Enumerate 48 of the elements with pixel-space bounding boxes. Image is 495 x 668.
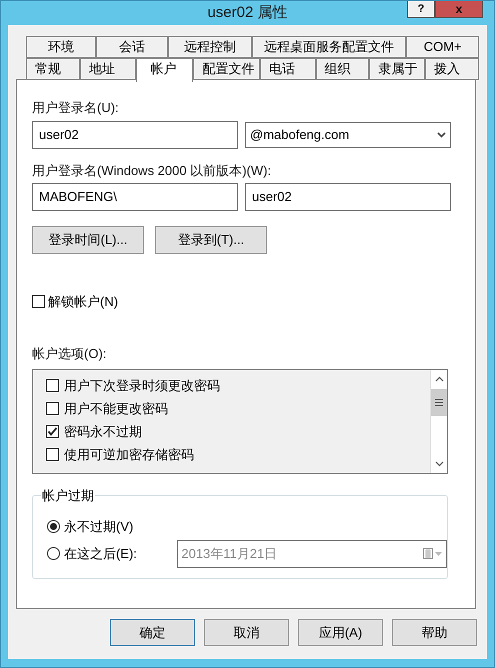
tab[interactable]: 帐户	[136, 58, 194, 82]
option-label: 用户不能更改密码	[64, 400, 168, 418]
tab[interactable]: 隶属于	[369, 58, 426, 80]
tab[interactable]: 电话	[260, 58, 316, 80]
tab[interactable]: 拨入	[425, 58, 479, 80]
radio-label: 在这之后(E):	[64, 544, 138, 563]
chevron-up-icon[interactable]	[434, 376, 444, 382]
input-field[interactable]: MABOFENG\	[32, 183, 238, 211]
field-label: 用户登录名(Windows 2000 以前版本)(W):	[32, 162, 272, 180]
push-button[interactable]: 取消	[204, 619, 289, 646]
tab[interactable]: 环境	[26, 36, 96, 58]
radio-button[interactable]	[47, 547, 60, 560]
tab[interactable]: 地址	[80, 58, 136, 80]
help-button[interactable]: ?	[407, 1, 435, 18]
tab[interactable]: 远程控制	[168, 36, 252, 58]
chevron-down-icon[interactable]	[434, 461, 444, 467]
option-label: 用户下次登录时须更改密码	[64, 376, 220, 395]
tab[interactable]: 会话	[96, 36, 168, 58]
checkbox[interactable]	[46, 448, 59, 461]
push-button[interactable]: 登录到(T)...	[155, 226, 267, 254]
checkbox[interactable]	[46, 425, 59, 438]
field-label: 用户登录名(U):	[32, 99, 120, 117]
scrollbar[interactable]	[430, 370, 447, 473]
checkbox[interactable]	[46, 402, 59, 415]
chevron-down-icon	[437, 132, 446, 138]
field-label: 帐户选项(O):	[32, 344, 108, 363]
option-label: 使用可逆加密存储密码	[64, 446, 194, 464]
window-title: user02 属性	[207, 2, 288, 23]
radio-button[interactable]	[47, 520, 60, 533]
push-button[interactable]: 登录时间(L)...	[32, 226, 144, 254]
option-label: 密码永不过期	[64, 422, 142, 441]
checkbox-label: 解锁帐户(N)	[48, 293, 118, 311]
close-button[interactable]: x	[435, 1, 483, 18]
checkbox[interactable]	[46, 379, 59, 392]
push-button[interactable]: 帮助	[392, 619, 477, 646]
push-button[interactable]: 确定	[110, 619, 195, 646]
tab[interactable]: COM+	[406, 36, 479, 58]
dropdown[interactable]: @mabofeng.com	[245, 122, 451, 148]
checkbox[interactable]	[32, 295, 45, 308]
push-button[interactable]: 应用(A)	[298, 619, 383, 646]
tab[interactable]: 组织	[316, 58, 370, 80]
input-field[interactable]: user02	[245, 183, 451, 211]
tab[interactable]: 常规	[26, 58, 80, 80]
tab[interactable]: 远程桌面服务配置文件	[252, 36, 406, 58]
tab[interactable]: 配置文件	[193, 58, 260, 80]
scroll-thumb[interactable]	[431, 389, 447, 416]
radio-label: 永不过期(V)	[64, 518, 134, 536]
input-field[interactable]: user02	[32, 120, 238, 148]
